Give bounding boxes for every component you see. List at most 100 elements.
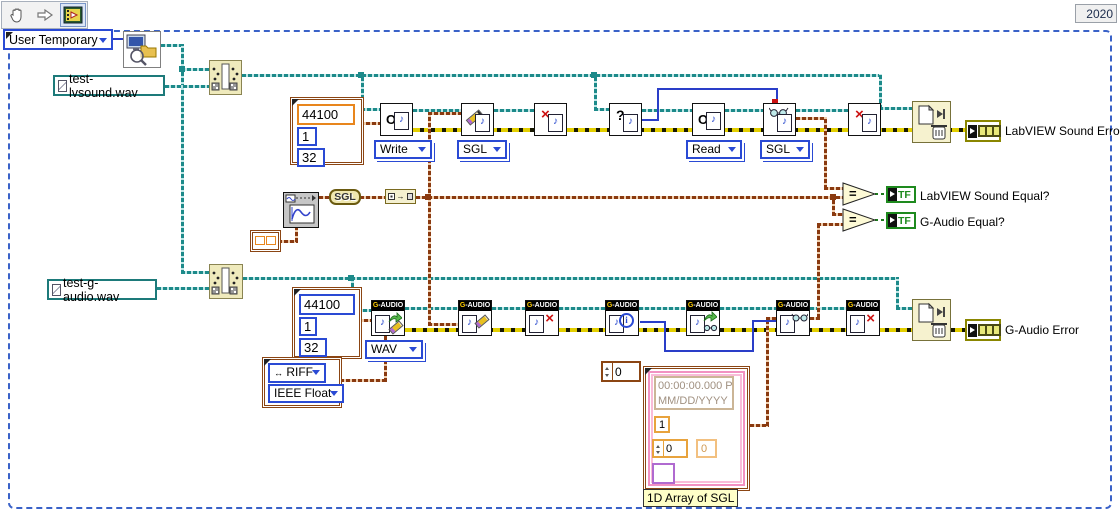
wire-junction	[425, 194, 431, 200]
delete-file-node-bottom[interactable]	[912, 299, 951, 341]
sine-waveform-vi[interactable]	[283, 192, 319, 228]
wire	[181, 68, 210, 71]
sound-file-open-read-node[interactable]: O ♪	[692, 103, 725, 136]
waveform-y-element[interactable]: 0	[696, 439, 717, 458]
lv-sound-error-indicator[interactable]	[965, 120, 1001, 142]
delete-file-node-top[interactable]	[912, 101, 951, 143]
gaudio-open-write-node[interactable]: G-AUDIO ♪	[371, 300, 405, 336]
sound-file-write-node[interactable]: ♪	[461, 103, 494, 136]
path-text: test-lvsound.wav	[69, 72, 160, 100]
waveform-dt-value[interactable]: 1	[654, 416, 670, 433]
hand-icon	[9, 6, 27, 24]
sound-write-type-dropdown[interactable]: SGL	[457, 140, 507, 159]
info-icon: i	[619, 313, 634, 328]
wire	[875, 193, 886, 195]
sound-format-cluster-bottom[interactable]: 44100 1 32	[292, 287, 362, 359]
spinner-arrows-icon[interactable]	[603, 363, 613, 380]
sound-file-close-node-2[interactable]: × ♪	[848, 103, 881, 136]
wire	[492, 307, 525, 310]
wire	[824, 117, 827, 189]
equal-triangle-icon	[842, 208, 876, 232]
wire	[640, 321, 666, 323]
wire	[796, 117, 826, 120]
timestamp-display[interactable]: 00:00:00.000 PM MM/DD/YYYY	[654, 376, 734, 410]
gaudio-read-node[interactable]: G-AUDIO ♪	[776, 300, 810, 336]
wav-format-cluster[interactable]: ↔ RIFF IEEE Float	[262, 357, 342, 408]
sample-rate-constant[interactable]: 44100	[297, 104, 355, 125]
sound-read-mode-dropdown[interactable]: Read	[686, 140, 742, 159]
path-constant-lvsound[interactable]: test-lvsound.wav	[53, 75, 165, 96]
g-audio-banner: G-AUDIO	[687, 301, 719, 311]
gaudio-close-node[interactable]: G-AUDIO ♪ ×	[525, 300, 559, 336]
labview-block-diagram: 2020 User Temporary test-lvsound.wav tes…	[0, 0, 1120, 514]
to-array-node[interactable]: →	[385, 189, 416, 204]
g-audio-banner: G-AUDIO	[606, 301, 638, 311]
toolbar	[1, 1, 88, 29]
encoding-dropdown[interactable]: IEEE Float	[268, 384, 344, 403]
lv-sound-equal-indicator[interactable]: TF	[886, 186, 916, 203]
bits-constant[interactable]: 32	[297, 148, 325, 167]
sound-file-open-write-node[interactable]: O ♪	[380, 103, 413, 136]
labview-tool-button[interactable]	[60, 3, 86, 27]
gaudio-write-node[interactable]: G-AUDIO ♪	[458, 300, 492, 336]
g-audio-equal-indicator[interactable]: TF	[886, 212, 916, 229]
wire	[657, 89, 659, 120]
waveform-y-index-spinner[interactable]: 0	[652, 439, 688, 458]
sound-format-cluster-top[interactable]: 44100 1 32	[290, 97, 364, 165]
bits-constant[interactable]: 32	[299, 338, 327, 357]
sine-config-cluster[interactable]	[250, 230, 281, 252]
waveform-attributes-box[interactable]	[652, 463, 675, 484]
wire-junction	[348, 275, 354, 281]
sound-file-close-node[interactable]: × ♪	[534, 103, 567, 136]
build-path-node-top[interactable]	[209, 60, 242, 95]
gaudio-close-node-2[interactable]: G-AUDIO ♪ ×	[846, 300, 880, 336]
cluster-element	[266, 236, 276, 245]
equal-node-ga[interactable]: =	[842, 208, 876, 232]
build-path-node-bottom[interactable]	[209, 264, 243, 299]
wire	[639, 307, 686, 310]
path-text: test-g-audio.wav	[63, 276, 152, 304]
sound-file-icon: ♪	[777, 114, 792, 132]
equal-triangle-icon	[842, 182, 876, 206]
close-glyph: ×	[545, 313, 554, 325]
wire	[896, 307, 913, 310]
waveform-array-constant[interactable]: 00:00:00.000 PM MM/DD/YYYY 1 0 0	[643, 366, 750, 491]
wire	[720, 307, 776, 310]
sample-rate-constant[interactable]: 44100	[299, 294, 355, 315]
sgl-conversion-bullet[interactable]: SGL	[329, 189, 361, 205]
array-index-spinner[interactable]: 0	[601, 361, 641, 382]
array-type-label: 1D Array of SGL	[643, 489, 738, 507]
sound-read-type-dropdown[interactable]: SGL	[760, 140, 810, 159]
gaudio-open-read-node[interactable]: G-AUDIO ♪	[686, 300, 720, 336]
pan-hand-tool-button[interactable]	[6, 4, 30, 26]
sound-file-icon: ♪	[475, 114, 490, 132]
wire	[810, 307, 846, 310]
error-cluster-icon	[978, 125, 1001, 137]
gaudio-format-dropdown[interactable]: WAV	[365, 340, 423, 359]
spinner-arrows-icon[interactable]	[654, 441, 664, 456]
forward-arrow-button[interactable]	[33, 4, 57, 26]
g-audio-error-label: G-Audio Error	[1005, 323, 1079, 337]
equal-node-lv[interactable]: =	[842, 182, 876, 206]
sound-open-mode-dropdown[interactable]: Write	[374, 140, 432, 159]
path-glyph-icon	[52, 284, 61, 296]
g-audio-error-indicator[interactable]	[965, 319, 1001, 341]
default-data-directory-node[interactable]	[123, 31, 161, 68]
sound-file-read-node[interactable]: ♪	[763, 103, 796, 136]
channels-constant[interactable]: 1	[297, 127, 317, 146]
wire	[725, 109, 763, 112]
wire	[817, 224, 820, 318]
equal-glyph: =	[849, 186, 857, 201]
path-ring-constant[interactable]: User Temporary	[3, 29, 113, 50]
green-arrow-icon	[703, 311, 717, 323]
path-constant-gaudio[interactable]: test-g-audio.wav	[47, 279, 157, 300]
gaudio-info-node[interactable]: G-AUDIO ♪ i	[605, 300, 639, 336]
delete-file-icon	[913, 102, 950, 142]
riff-dropdown[interactable]: ↔ RIFF	[268, 363, 326, 383]
sound-file-info-node[interactable]: ? ♪	[609, 103, 642, 136]
wire	[817, 223, 844, 226]
channels-constant[interactable]: 1	[299, 317, 317, 336]
close-glyph: ×	[866, 313, 875, 325]
wire	[796, 109, 848, 112]
error-wire	[413, 128, 966, 132]
